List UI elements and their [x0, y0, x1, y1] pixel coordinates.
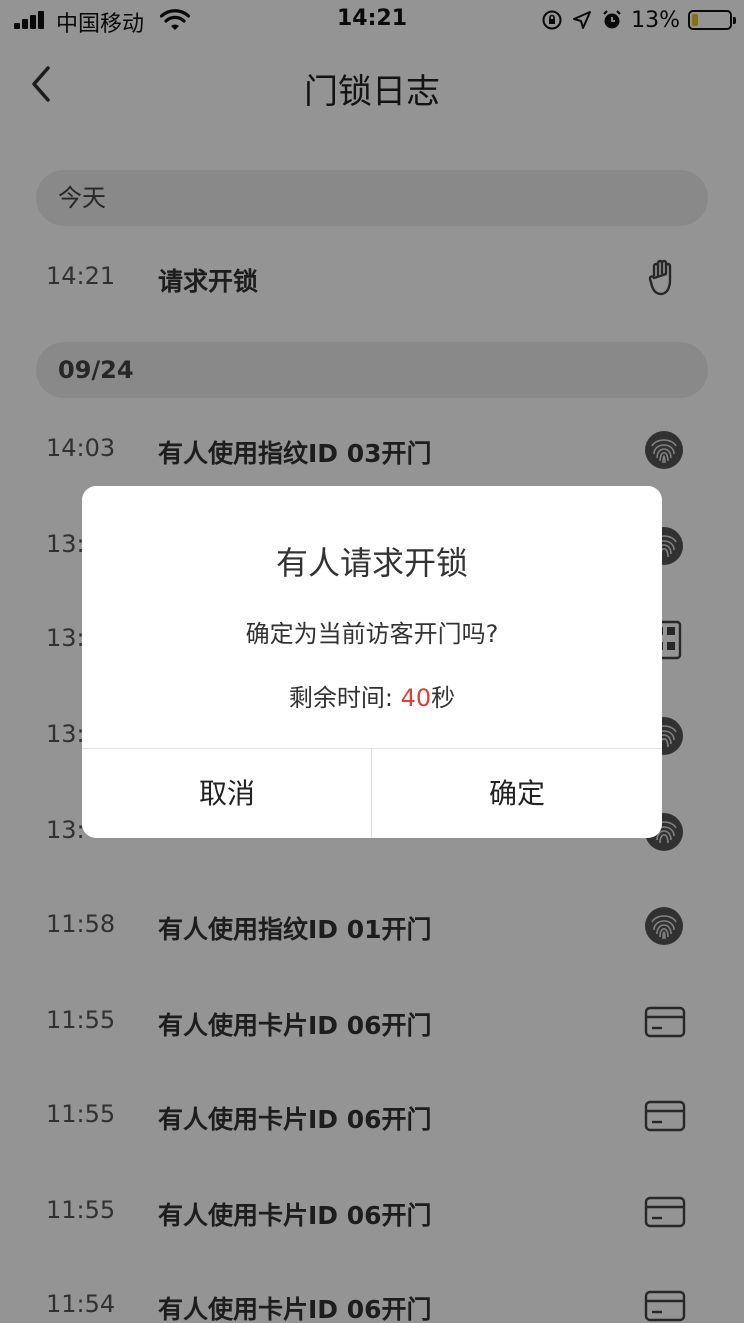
- confirm-button[interactable]: 确定: [372, 749, 662, 838]
- remaining-seconds: 40: [400, 684, 432, 712]
- dialog-message: 确定为当前访客开门吗?: [245, 620, 499, 648]
- cancel-button[interactable]: 取消: [82, 749, 372, 838]
- remaining-label: 剩余时间:: [288, 684, 401, 712]
- unlock-request-dialog: 有人请求开锁 确定为当前访客开门吗? 剩余时间: 40秒 取消 确定: [82, 486, 662, 838]
- dialog-title: 有人请求开锁: [275, 544, 468, 582]
- remaining-time: 剩余时间: 40秒: [82, 678, 662, 713]
- remaining-unit: 秒: [431, 684, 456, 712]
